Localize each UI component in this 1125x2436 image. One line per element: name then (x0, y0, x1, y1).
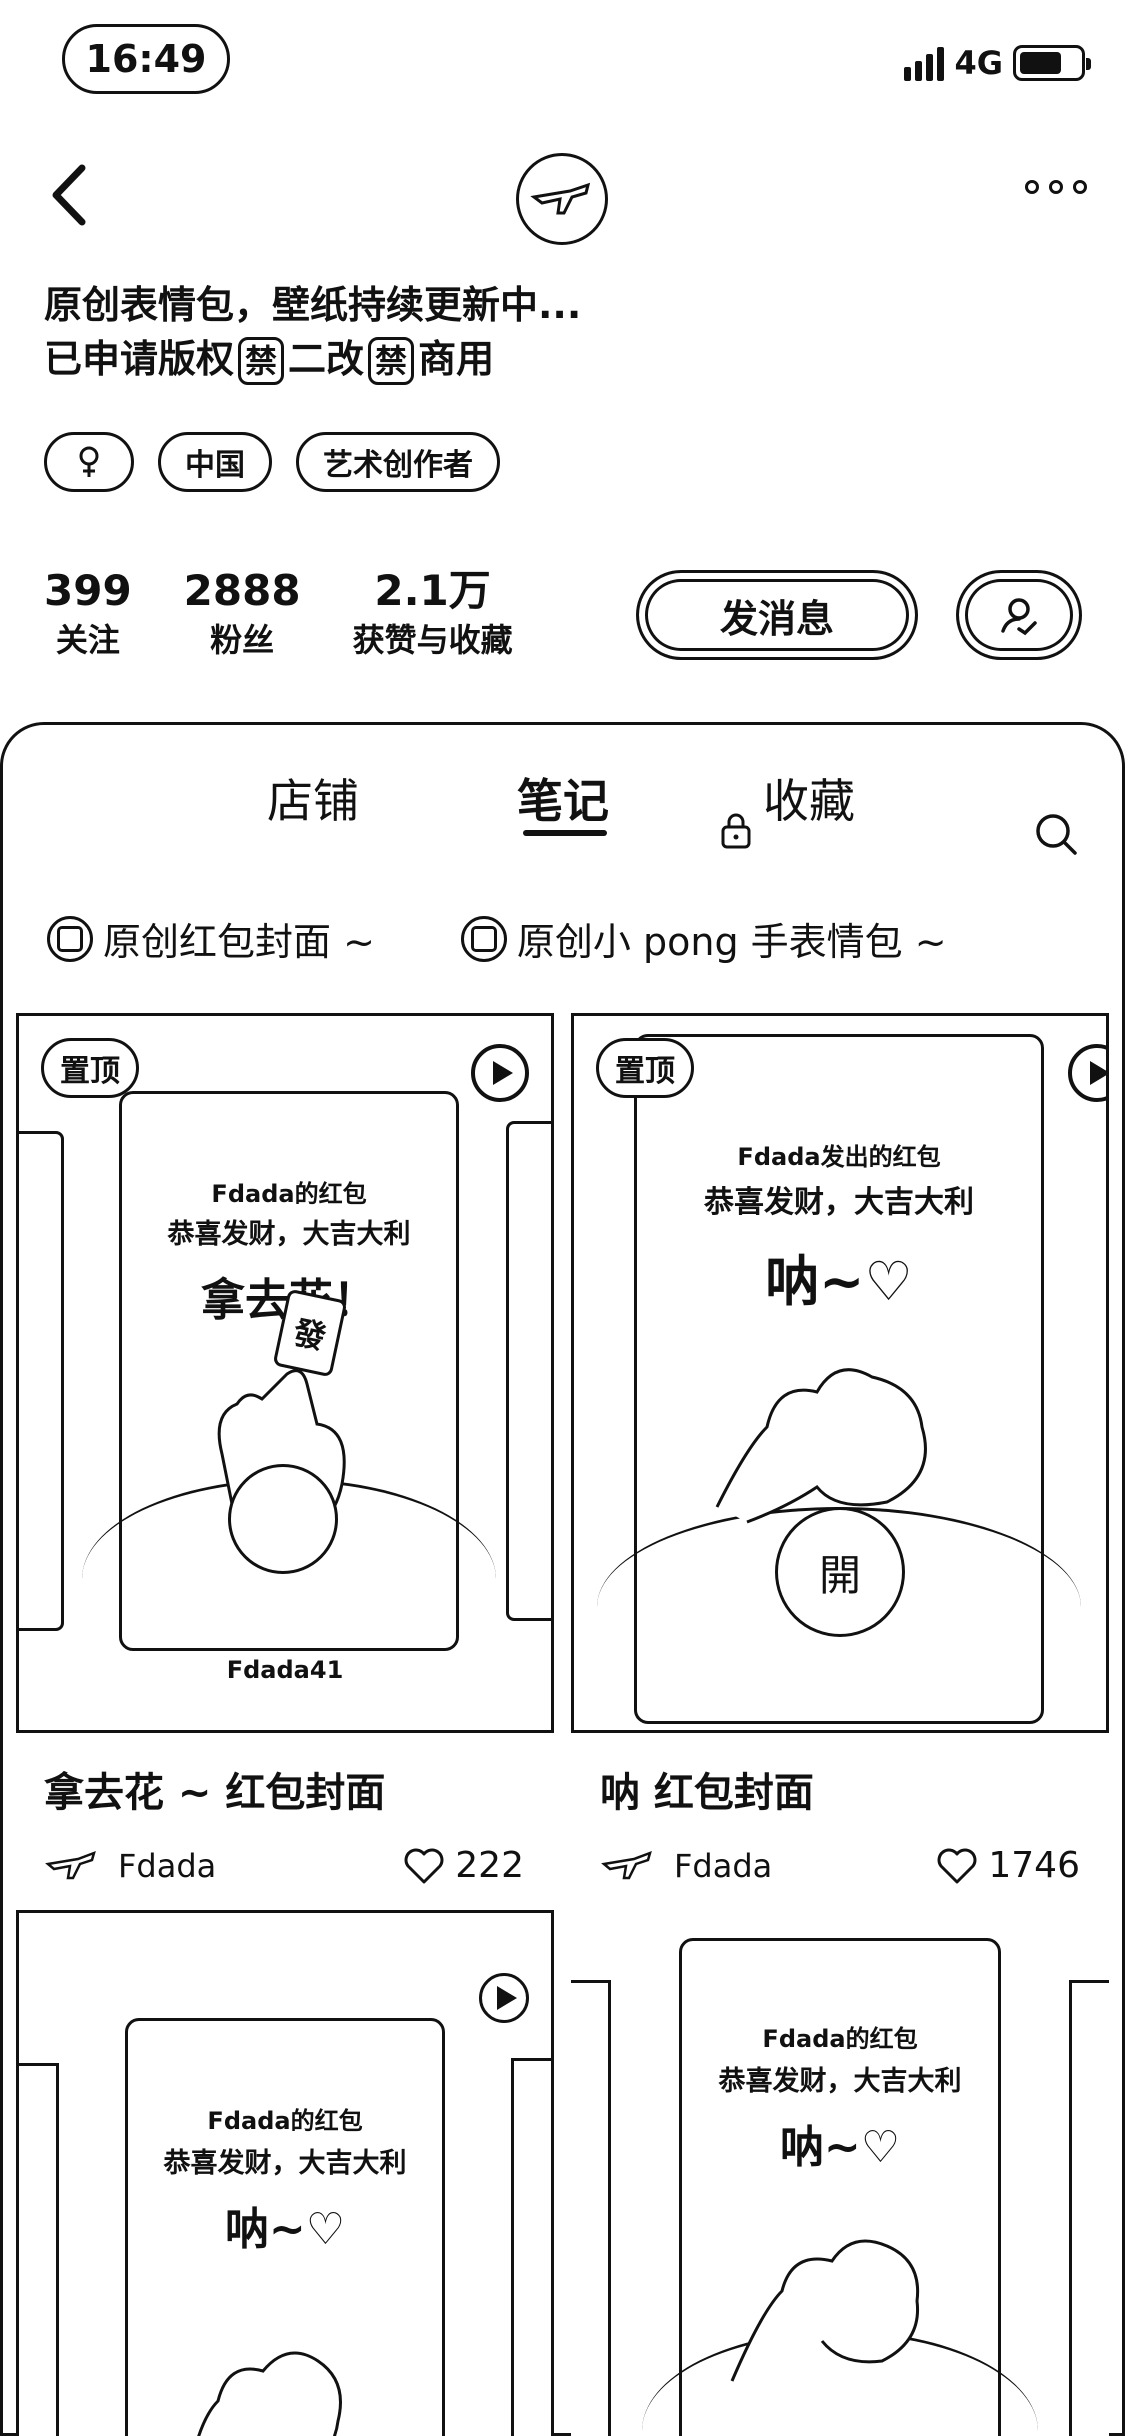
tab-shop[interactable]: 店铺 (267, 761, 359, 841)
stat-label: 获赞与收藏 (352, 621, 513, 659)
play-icon[interactable] (471, 1044, 529, 1102)
red-packet-preview: Fdada发出的红包 恭喜发财，大吉大利 呐~♡ 開 (597, 1034, 1081, 1724)
paw-icon (730, 2239, 920, 2382)
heart-icon[interactable] (936, 1847, 978, 1885)
send-message-button[interactable]: 发消息 (636, 570, 918, 660)
stat-number: 399 (44, 566, 132, 615)
play-icon[interactable] (479, 1973, 529, 2023)
post-card[interactable]: Fdada发出的红包 恭喜发财，大吉大利 呐~♡ 開 置顶 (571, 1013, 1109, 1733)
network-type: 4G (954, 44, 1003, 82)
post-title[interactable]: 呐 红包封面 (600, 1760, 814, 1818)
stat-label: 关注 (55, 621, 120, 659)
author-name[interactable]: Fdada (118, 1847, 403, 1885)
bio-text: 二改 (288, 337, 365, 381)
collection-icon (47, 915, 93, 962)
envelope-sender: Fdada的红包 (762, 2025, 918, 2053)
like-count: 222 (455, 1845, 524, 1886)
post-meta: Fdada 222 (44, 1845, 524, 1886)
tag-gender (44, 432, 134, 492)
collection-red-packet[interactable]: 原创红包封面 ~ (47, 911, 375, 966)
envelope-sender: Fdada发出的红包 (737, 1143, 941, 1171)
bio-line-2: 已申请版权禁二改禁商用 (44, 332, 581, 386)
avatar[interactable] (516, 153, 608, 245)
more-icon[interactable] (1025, 180, 1087, 194)
collection-stickers[interactable]: 原创小 pong 手表情包 ~ (460, 911, 947, 966)
bio-text: 商用 (418, 337, 495, 381)
tab-bar: 店铺 笔记 收藏 (3, 761, 1125, 855)
envelope-wish: 恭喜发财，大吉大利 (704, 1185, 974, 1220)
post-cover-image: Fdada的红包 恭喜发财，大吉大利 呐~♡ (571, 1910, 1109, 2436)
pinned-badge: 置顶 (596, 1038, 694, 1098)
post-cover-image: Fdada发出的红包 恭喜发财，大吉大利 呐~♡ 開 (574, 1016, 1106, 1730)
gender-icon (79, 446, 99, 477)
open-button-graphic: 開 (775, 1507, 905, 1637)
envelope-wish: 恭喜发财，大吉大利 (167, 1219, 411, 1250)
stat-likes[interactable]: 2.1万 获赞与收藏 (353, 565, 513, 663)
battery-icon (1013, 45, 1091, 81)
profile-bio: 原创表情包，壁纸持续更新中... 已申请版权禁二改禁商用 (44, 278, 581, 386)
envelope-sender: Fdada的红包 (211, 1180, 367, 1208)
stat-following[interactable]: 399 关注 (44, 565, 132, 663)
post-card[interactable]: Fdada的红包 恭喜发财，大吉大利 呐~♡ (16, 1910, 554, 2436)
stat-label: 粉丝 (210, 621, 275, 659)
collection-icon (460, 915, 507, 962)
profile-tags: 中国 艺术创作者 (44, 432, 500, 492)
envelope-headline: 呐~♡ (224, 2204, 346, 2255)
lock-icon (721, 813, 751, 849)
tag-location: 中国 (158, 432, 272, 492)
author-name[interactable]: Fdada (674, 1847, 936, 1885)
envelope-wish: 恭喜发财，大吉大利 (163, 2148, 407, 2179)
pinned-badge: 置顶 (41, 1038, 139, 1098)
user-check-icon (1001, 598, 1037, 636)
post-cover-image: Fdada的红包 恭喜发财，大吉大利 拿去花！ 發 Fdada41 (19, 1016, 551, 1730)
envelope-headline: 呐~♡ (779, 2122, 901, 2173)
bio-text: 已申请版权 (44, 337, 235, 381)
follow-user-button[interactable] (956, 570, 1082, 660)
tag-occupation: 艺术创作者 (296, 432, 500, 492)
author-avatar-icon[interactable] (600, 1848, 656, 1884)
profile-stats: 399 关注 2888 粉丝 2.1万 获赞与收藏 (44, 565, 513, 663)
active-tab-indicator (523, 830, 607, 836)
search-icon[interactable] (1033, 811, 1079, 857)
like-count: 1746 (988, 1845, 1080, 1886)
post-cover-image: Fdada的红包 恭喜发财，大吉大利 呐~♡ (19, 1913, 551, 2436)
post-meta: Fdada 1746 (600, 1845, 1080, 1886)
collection-label: 原创红包封面 ~ (103, 920, 375, 964)
stat-number: 2.1万 (374, 566, 491, 615)
author-avatar-icon[interactable] (44, 1848, 100, 1884)
paw-icon (715, 1368, 927, 1524)
cover-caption: Fdada41 (226, 1656, 344, 1684)
post-card[interactable]: Fdada的红包 恭喜发财，大吉大利 拿去花！ 發 Fdada41 置顶 (16, 1013, 554, 1733)
red-packet-preview: Fdada的红包 恭喜发财，大吉大利 呐~♡ (642, 1938, 1038, 2436)
status-time: 16:49 (62, 24, 230, 94)
post-card[interactable]: Fdada的红包 恭喜发财，大吉大利 呐~♡ (571, 1910, 1109, 2436)
stat-number: 2888 (183, 566, 301, 615)
envelope-headline: 呐~♡ (765, 1250, 913, 1313)
envelope-sender: Fdada的红包 (207, 2107, 363, 2135)
paw-icon (197, 2351, 342, 2436)
stat-followers[interactable]: 2888 粉丝 (184, 565, 301, 663)
bio-line-1: 原创表情包，壁纸持续更新中... (44, 283, 582, 327)
status-indicators: 4G (904, 44, 1091, 82)
collection-list: 原创红包封面 ~ 原创小 pong 手表情包 ~ (47, 911, 947, 966)
heart-icon[interactable] (403, 1847, 445, 1885)
signal-icon (904, 45, 945, 81)
post-title[interactable]: 拿去花 ~ 红包封面 (44, 1760, 385, 1818)
ban-badge: 禁 (238, 337, 285, 385)
red-packet-preview: Fdada的红包 恭喜发财，大吉大利 呐~♡ (125, 2018, 445, 2436)
back-icon[interactable] (46, 160, 96, 230)
ban-badge: 禁 (368, 337, 415, 385)
tab-favorites[interactable]: 收藏 (763, 761, 855, 841)
red-packet-preview: Fdada的红包 恭喜发财，大吉大利 拿去花！ 發 (82, 1091, 496, 1651)
envelope-wish: 恭喜发财，大吉大利 (718, 2066, 962, 2097)
collection-label: 原创小 pong 手表情包 ~ (516, 920, 947, 964)
plane-logo-icon (530, 182, 591, 215)
tab-notes[interactable]: 笔记 (517, 761, 609, 841)
